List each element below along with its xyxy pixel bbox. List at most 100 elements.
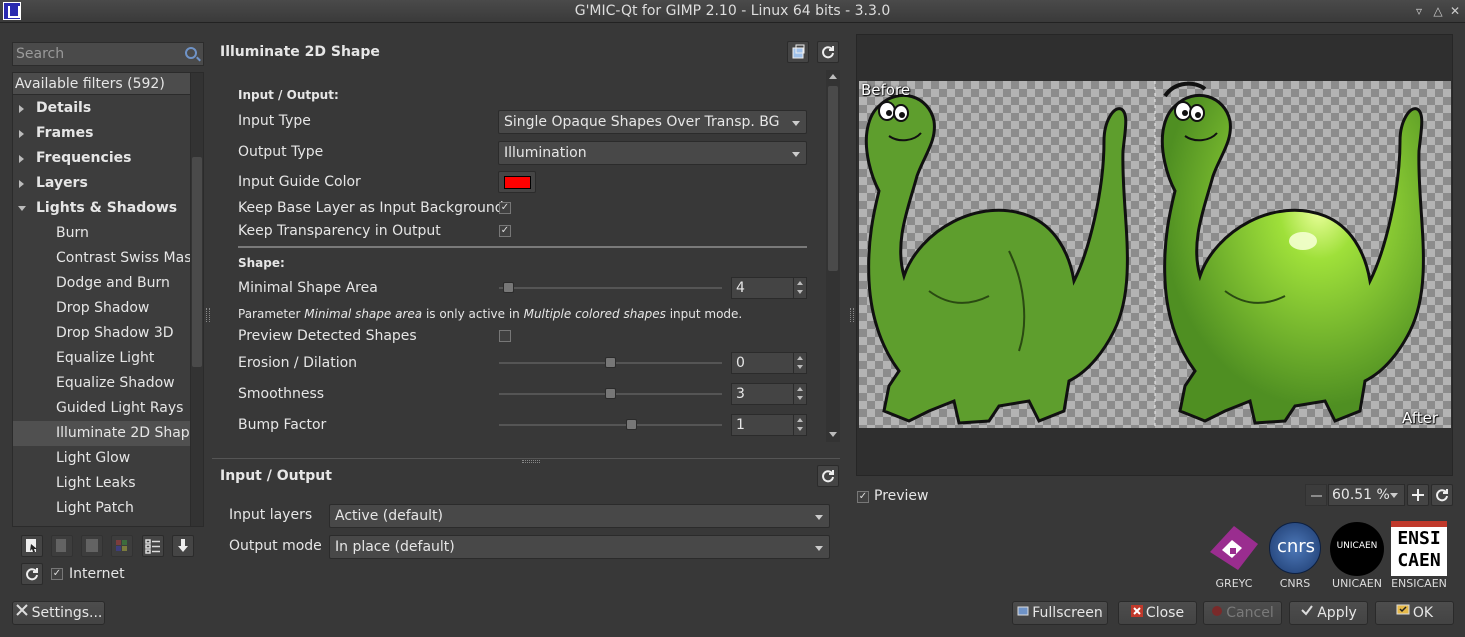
filter-item[interactable]: Contrast Swiss Mask	[13, 246, 191, 271]
scrollbar-thumb[interactable]	[192, 157, 202, 367]
erosion-dilation-slider[interactable]	[499, 357, 722, 368]
scroll-up-icon[interactable]	[829, 74, 837, 79]
filter-label: Burn	[56, 225, 89, 241]
close-window-icon[interactable]: ✕	[1447, 3, 1463, 19]
guide-color-label: Input Guide Color	[238, 174, 361, 190]
scroll-down-icon[interactable]	[829, 432, 837, 437]
slider-handle[interactable]	[503, 282, 514, 293]
collapsed-arrow-icon[interactable]	[19, 180, 24, 188]
minimal-shape-area-spinbox[interactable]: 4	[731, 277, 807, 299]
spin-arrows-icon[interactable]	[793, 278, 806, 298]
slider-handle[interactable]	[605, 357, 616, 368]
chevron-down-icon	[815, 546, 823, 551]
collapsed-arrow-icon[interactable]	[19, 105, 24, 113]
scrollbar-thumb[interactable]	[828, 86, 838, 271]
filter-item[interactable]: Illuminate 2D Shape	[13, 421, 191, 446]
filter-tree[interactable]: Available filters (592) Details Frames Fre…	[12, 72, 204, 527]
filter-category[interactable]: Details	[13, 96, 191, 121]
section-input-output: Input / Output:	[238, 88, 339, 102]
reset-io-button[interactable]	[817, 465, 839, 487]
filter-item[interactable]: Drop Shadow	[13, 296, 191, 321]
filter-category[interactable]: Lights & Shadows	[13, 196, 191, 221]
parameters-scrollbar[interactable]	[826, 70, 840, 442]
filter-item[interactable]: Light Glow	[13, 446, 191, 471]
chevron-down-icon	[1390, 493, 1398, 498]
input-type-combo[interactable]: Single Opaque Shapes Over Transp. BG	[498, 110, 807, 134]
preview-image[interactable]	[859, 81, 1451, 428]
keep-transparency-checkbox[interactable]: ✓	[499, 225, 511, 237]
maximize-icon[interactable]: △	[1430, 3, 1446, 19]
splitter-handle[interactable]	[850, 308, 854, 322]
output-mode-combo[interactable]: In place (default)	[329, 535, 830, 559]
refresh-filters-button[interactable]	[21, 563, 43, 585]
zoom-combo[interactable]: 60.51 %	[1328, 484, 1405, 506]
chevron-down-icon	[815, 515, 823, 520]
filter-label: Drop Shadow	[56, 300, 150, 316]
splitter-handle[interactable]	[522, 460, 540, 463]
ok-button[interactable]: OK	[1375, 601, 1454, 625]
smoothness-slider[interactable]	[499, 388, 722, 399]
filter-item[interactable]: Light Patch	[13, 496, 191, 521]
filter-item[interactable]: Burn	[13, 221, 191, 246]
slider-handle[interactable]	[626, 419, 637, 430]
remove-favorite-icon[interactable]	[51, 535, 73, 557]
expanded-arrow-icon[interactable]	[18, 206, 26, 211]
filter-item[interactable]: Equalize Light	[13, 346, 191, 371]
ensicaen-logo-text-1: ENSI	[1397, 528, 1441, 549]
filter-tree-scrollbar[interactable]	[190, 73, 203, 526]
spin-arrows-icon[interactable]	[793, 353, 806, 373]
filter-category[interactable]: Frames	[13, 121, 191, 146]
close-button[interactable]: Close	[1118, 601, 1197, 625]
filter-category[interactable]: Layers	[13, 171, 191, 196]
zoom-out-button[interactable]	[1305, 484, 1327, 506]
bump-factor-spinbox[interactable]: 1	[731, 414, 807, 436]
filter-item[interactable]: Drop Shadow 3D	[13, 321, 191, 346]
filter-item[interactable]: Dodge and Burn	[13, 271, 191, 296]
apply-button[interactable]: Apply	[1289, 601, 1368, 625]
download-icon[interactable]	[172, 535, 194, 557]
filter-label: Frames	[36, 125, 94, 141]
reset-zoom-button[interactable]	[1431, 484, 1453, 506]
minimal-shape-area-slider[interactable]	[499, 282, 722, 293]
internet-label: Internet	[69, 566, 125, 582]
filter-label: Light Leaks	[56, 475, 136, 491]
keep-base-checkbox[interactable]: ✓	[499, 202, 511, 214]
slider-handle[interactable]	[605, 388, 616, 399]
minimize-icon[interactable]: ▿	[1411, 3, 1427, 19]
visibility-icon[interactable]	[111, 535, 133, 557]
add-favorite-icon[interactable]	[21, 535, 43, 557]
search-input[interactable]	[13, 43, 181, 65]
input-layers-value: Active (default)	[335, 508, 443, 524]
erosion-dilation-spinbox[interactable]: 0	[731, 352, 807, 374]
splitter-handle[interactable]	[206, 308, 210, 322]
input-layers-combo[interactable]: Active (default)	[329, 504, 830, 528]
spin-arrows-icon[interactable]	[793, 384, 806, 404]
expand-collapse-icon[interactable]	[142, 535, 164, 557]
internet-checkbox[interactable]: ✓	[51, 568, 63, 580]
filter-item[interactable]: Light Rays	[13, 521, 191, 526]
rename-favorite-icon[interactable]	[81, 535, 103, 557]
guide-color-button[interactable]	[498, 171, 536, 193]
filter-category[interactable]: Frequencies	[13, 146, 191, 171]
cancel-button[interactable]: Cancel	[1203, 601, 1282, 625]
preview-checkbox[interactable]: ✓	[857, 491, 869, 503]
zoom-in-button[interactable]	[1407, 484, 1429, 506]
collapsed-arrow-icon[interactable]	[19, 155, 24, 163]
filter-item[interactable]: Guided Light Rays	[13, 396, 191, 421]
filter-item[interactable]: Light Leaks	[13, 471, 191, 496]
output-type-combo[interactable]: Illumination	[498, 141, 807, 165]
spin-arrows-icon[interactable]	[793, 415, 806, 435]
collapsed-arrow-icon[interactable]	[19, 130, 24, 138]
chevron-down-icon	[792, 121, 800, 126]
copy-parameters-button[interactable]	[787, 41, 809, 63]
reset-parameters-button[interactable]	[817, 41, 839, 63]
fullscreen-button[interactable]: Fullscreen	[1012, 601, 1108, 625]
spinbox-value: 1	[736, 417, 745, 433]
filter-item[interactable]: Equalize Shadow	[13, 371, 191, 396]
settings-button[interactable]: Settings...	[12, 601, 105, 625]
splitter[interactable]	[212, 458, 840, 459]
smoothness-spinbox[interactable]: 3	[731, 383, 807, 405]
bump-factor-slider[interactable]	[499, 419, 722, 430]
preview-detected-shapes-checkbox[interactable]	[499, 330, 511, 342]
spinbox-value: 0	[736, 355, 745, 371]
